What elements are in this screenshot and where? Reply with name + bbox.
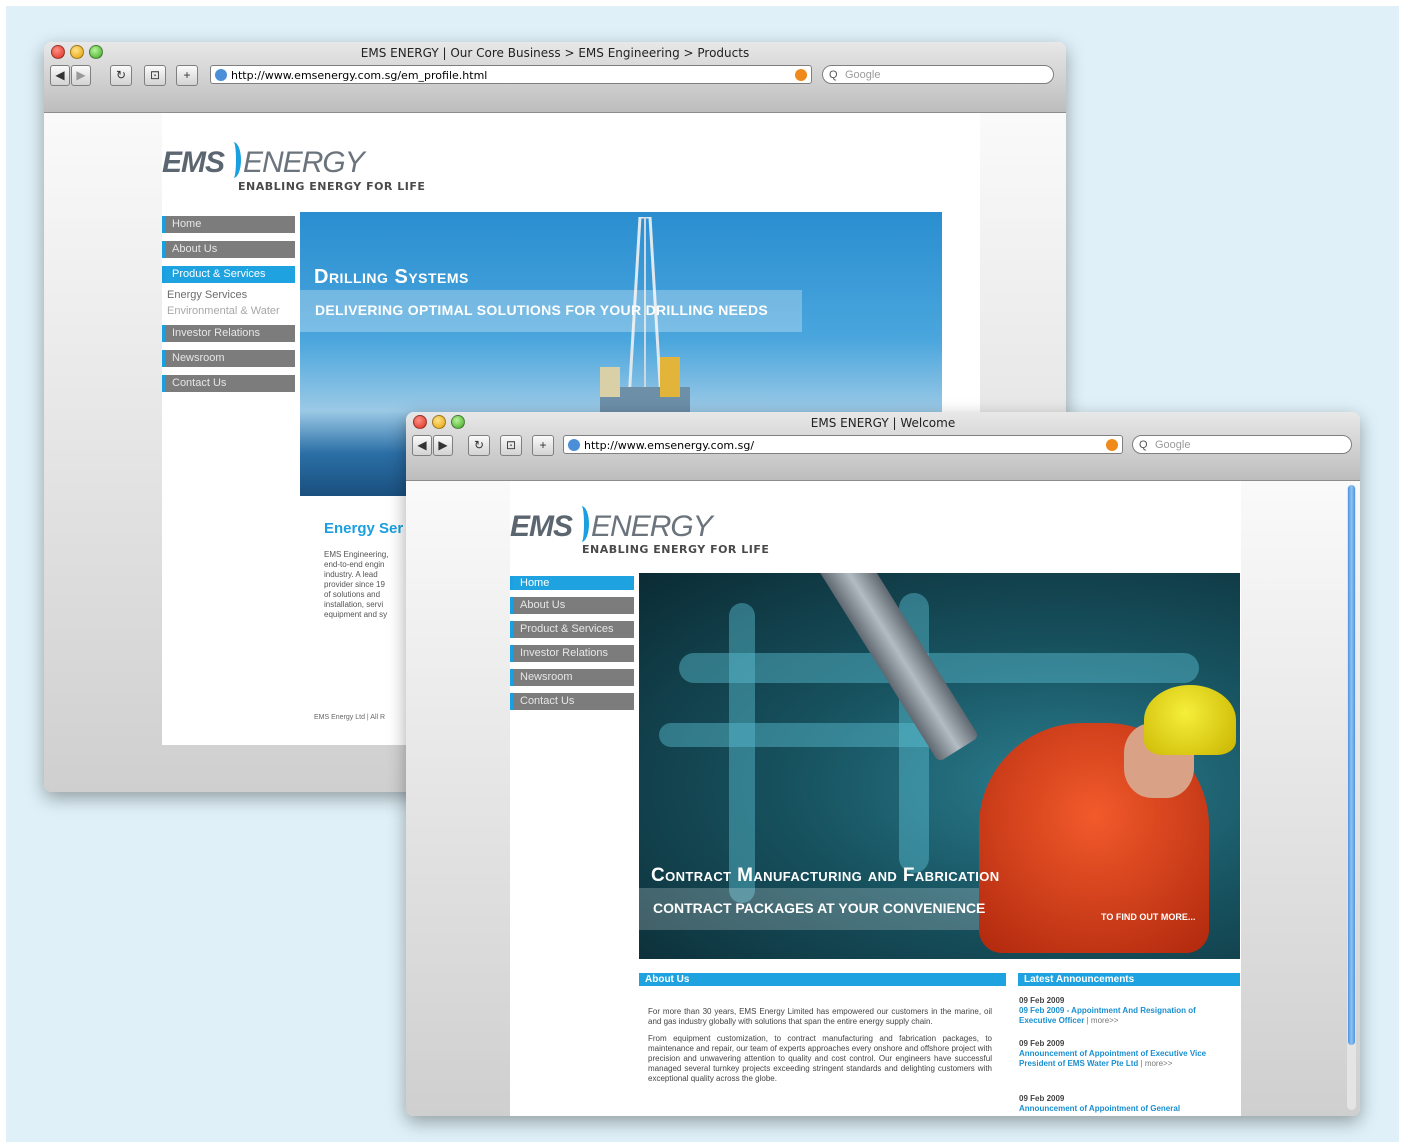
section-body: EMS Engineering, end-to-end engin indust… <box>324 550 414 620</box>
nav-item-product-services[interactable]: Product & Services <box>162 266 295 283</box>
scrollbar-thumb[interactable] <box>1348 485 1355 1045</box>
forward-arrow-icon[interactable]: ▶ <box>71 65 91 86</box>
rss-icon[interactable] <box>795 69 807 81</box>
window-title: EMS ENERGY | Welcome <box>810 416 956 430</box>
back-arrow-icon[interactable]: ◀ <box>50 65 70 86</box>
hero-title: Drilling Systems <box>314 266 469 288</box>
globe-icon <box>215 69 227 81</box>
nav-item-about-us[interactable]: About Us <box>510 597 634 614</box>
subnav-item-energy-services[interactable]: Energy Services <box>162 287 295 303</box>
subnav-item-environmental-water[interactable]: Environmental & Water <box>162 303 295 319</box>
body-line: end-to-end engin <box>324 560 385 569</box>
announcement-more-link[interactable]: | more>> <box>1087 1016 1119 1025</box>
nav-item-newsroom[interactable]: Newsroom <box>510 669 634 686</box>
announcement-date: 09 Feb 2009 <box>1019 1039 1065 1048</box>
rss-icon[interactable] <box>1106 439 1118 451</box>
sidebar-nav: Home About Us Product & Services Energy … <box>162 216 295 400</box>
body-line: provider since 19 <box>324 580 385 589</box>
background-pipe <box>729 603 755 903</box>
browser-toolbar: EMS ENERGY | Welcome ◀ ▶ ↻ ⊡ + http://ww… <box>406 412 1360 481</box>
search-field[interactable]: Q Google <box>1132 435 1352 454</box>
browser-toolbar: EMS ENERGY | Our Core Business > EMS Eng… <box>44 42 1066 113</box>
find-out-more-link[interactable]: TO FIND OUT MORE... <box>1101 912 1195 922</box>
search-field[interactable]: Q Google <box>822 65 1054 84</box>
body-line: equipment and sy <box>324 610 388 619</box>
nav-item-contact-us[interactable]: Contact Us <box>162 375 295 392</box>
hero-banner-fabrication[interactable]: Contract Manufacturing and Fabrication C… <box>639 573 1240 959</box>
body-line: of solutions and <box>324 590 381 599</box>
search-placeholder: Google <box>1155 439 1191 451</box>
reload-icon[interactable]: ↻ <box>468 435 490 456</box>
nav-item-newsroom[interactable]: Newsroom <box>162 350 295 367</box>
section-heading: Energy Ser <box>324 520 404 537</box>
snapback-icon[interactable]: ⊡ <box>144 65 166 86</box>
announcement-date: 09 Feb 2009 <box>1019 996 1065 1005</box>
address-bar[interactable]: http://www.emsenergy.com.sg/ <box>563 435 1123 454</box>
body-line: EMS Engineering, <box>324 550 389 559</box>
nav-item-contact-us[interactable]: Contact Us <box>510 693 634 710</box>
logo-tagline: ENABLING ENERGY FOR LIFE <box>238 180 426 193</box>
swoosh-icon <box>226 142 242 178</box>
ems-energy-logo[interactable]: EMS ENERGY ENABLING ENERGY FOR LIFE <box>510 506 769 556</box>
address-url: http://www.emsenergy.com.sg/ <box>584 439 755 452</box>
forward-arrow-icon[interactable]: ▶ <box>433 435 453 456</box>
hero-subtitle: CONTRACT PACKAGES AT YOUR CONVENIENCE <box>653 900 986 916</box>
globe-icon <box>568 439 580 451</box>
body-line: installation, servi <box>324 600 384 609</box>
hard-hat-image <box>1144 685 1236 755</box>
about-paragraph-1: For more than 30 years, EMS Energy Limit… <box>648 1007 992 1026</box>
ems-energy-logo[interactable]: EMS ENERGY ENABLING ENERGY FOR LIFE <box>162 142 425 193</box>
logo-tagline: ENABLING ENERGY FOR LIFE <box>582 543 770 556</box>
hero-subtitle: DELIVERING OPTIMAL SOLUTIONS FOR YOUR DR… <box>315 302 768 318</box>
search-icon: Q <box>829 69 838 81</box>
back-arrow-icon[interactable]: ◀ <box>412 435 432 456</box>
announcement-date: 09 Feb 2009 <box>1019 1094 1065 1103</box>
nav-item-home[interactable]: Home <box>510 576 634 590</box>
about-us-text: For more than 30 years, EMS Energy Limit… <box>648 1007 992 1084</box>
screenshot-canvas: EMS ENERGY | Our Core Business > EMS Eng… <box>0 0 1403 1148</box>
add-bookmark-icon[interactable]: + <box>176 65 198 86</box>
address-url: http://www.emsenergy.com.sg/em_profile.h… <box>231 69 488 82</box>
announcement-item: 09 Feb 2009 09 Feb 2009 - Appointment An… <box>1019 996 1233 1026</box>
announcement-item: 09 Feb 2009 Announcement of Appointment … <box>1019 1094 1233 1114</box>
window-title: EMS ENERGY | Our Core Business > EMS Eng… <box>360 46 750 60</box>
address-bar[interactable]: http://www.emsenergy.com.sg/em_profile.h… <box>210 65 812 84</box>
announcement-more-link[interactable]: | more>> <box>1141 1059 1173 1068</box>
sidebar-nav: Home About Us Product & Services Investo… <box>510 576 634 717</box>
search-placeholder: Google <box>845 69 881 81</box>
announcement-link[interactable]: Announcement of Appointment of General <box>1019 1104 1180 1113</box>
snapback-icon[interactable]: ⊡ <box>500 435 522 456</box>
footer-text: EMS Energy Ltd | All R <box>314 714 386 721</box>
nav-item-investor-relations[interactable]: Investor Relations <box>510 645 634 662</box>
nav-item-about-us[interactable]: About Us <box>162 241 295 258</box>
about-paragraph-2: From equipment customization, to contrac… <box>648 1034 992 1083</box>
search-icon: Q <box>1139 439 1148 451</box>
hero-title: Contract Manufacturing and Fabrication <box>651 865 1000 886</box>
nav-item-investor-relations[interactable]: Investor Relations <box>162 325 295 342</box>
nav-item-home[interactable]: Home <box>162 216 295 233</box>
vertical-scrollbar[interactable] <box>1347 485 1356 1110</box>
swoosh-icon <box>574 506 590 542</box>
reload-icon[interactable]: ↻ <box>110 65 132 86</box>
browser-window-welcome[interactable]: EMS ENERGY | Welcome ◀ ▶ ↻ ⊡ + http://ww… <box>406 412 1360 1116</box>
announcement-link[interactable]: Announcement of Appointment of Executive… <box>1019 1049 1206 1068</box>
about-us-heading: About Us <box>639 973 1006 986</box>
announcements-heading: Latest Announcements <box>1018 973 1240 986</box>
add-bookmark-icon[interactable]: + <box>532 435 554 456</box>
nav-item-product-services[interactable]: Product & Services <box>510 621 634 638</box>
body-line: industry. A lead <box>324 570 378 579</box>
announcement-item: 09 Feb 2009 Announcement of Appointment … <box>1019 1039 1219 1069</box>
